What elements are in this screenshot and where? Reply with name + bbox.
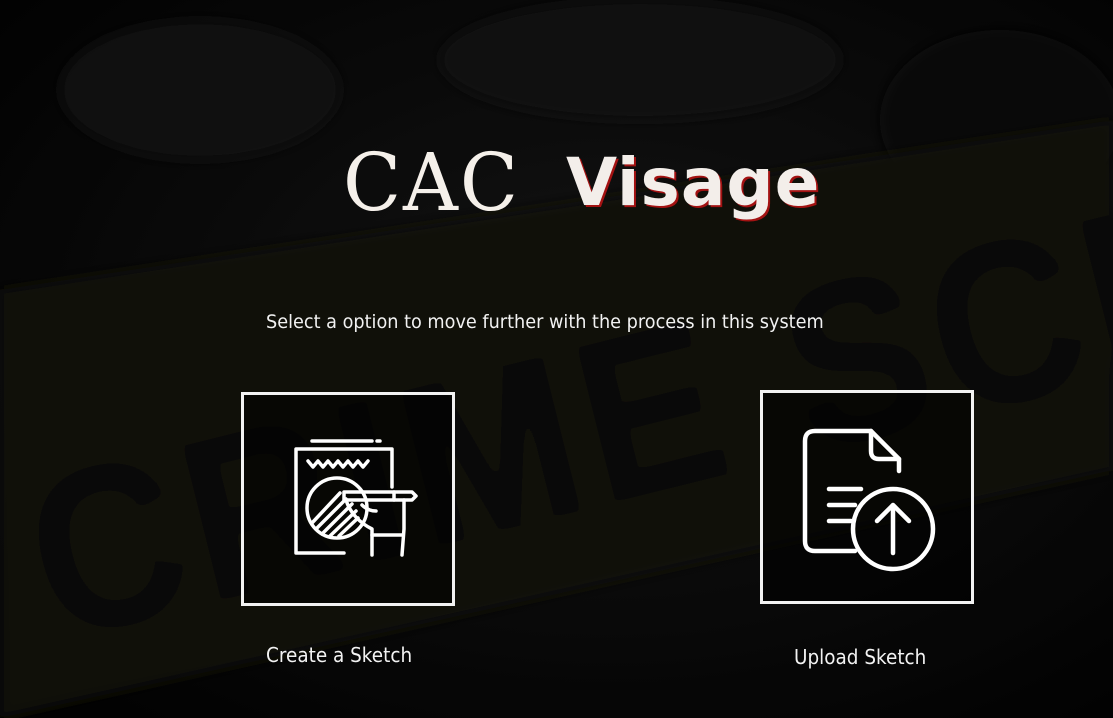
create-sketch-button[interactable] [241,392,455,606]
logo-visage-text: Visage [566,144,821,221]
upload-sketch-label[interactable]: Upload Sketch [794,645,926,669]
logo-cac-text: CAC [343,136,520,229]
sketch-drawing-icon [294,439,418,557]
upload-sketch-button[interactable] [760,390,974,604]
create-sketch-label[interactable]: Create a Sketch [266,643,412,667]
document-upload-icon [802,428,936,572]
app-logo: CAC Visage [0,138,1113,228]
instruction-text: Select a option to move further with the… [266,311,824,333]
background-image: CRIME SCENE DO [0,0,1113,718]
